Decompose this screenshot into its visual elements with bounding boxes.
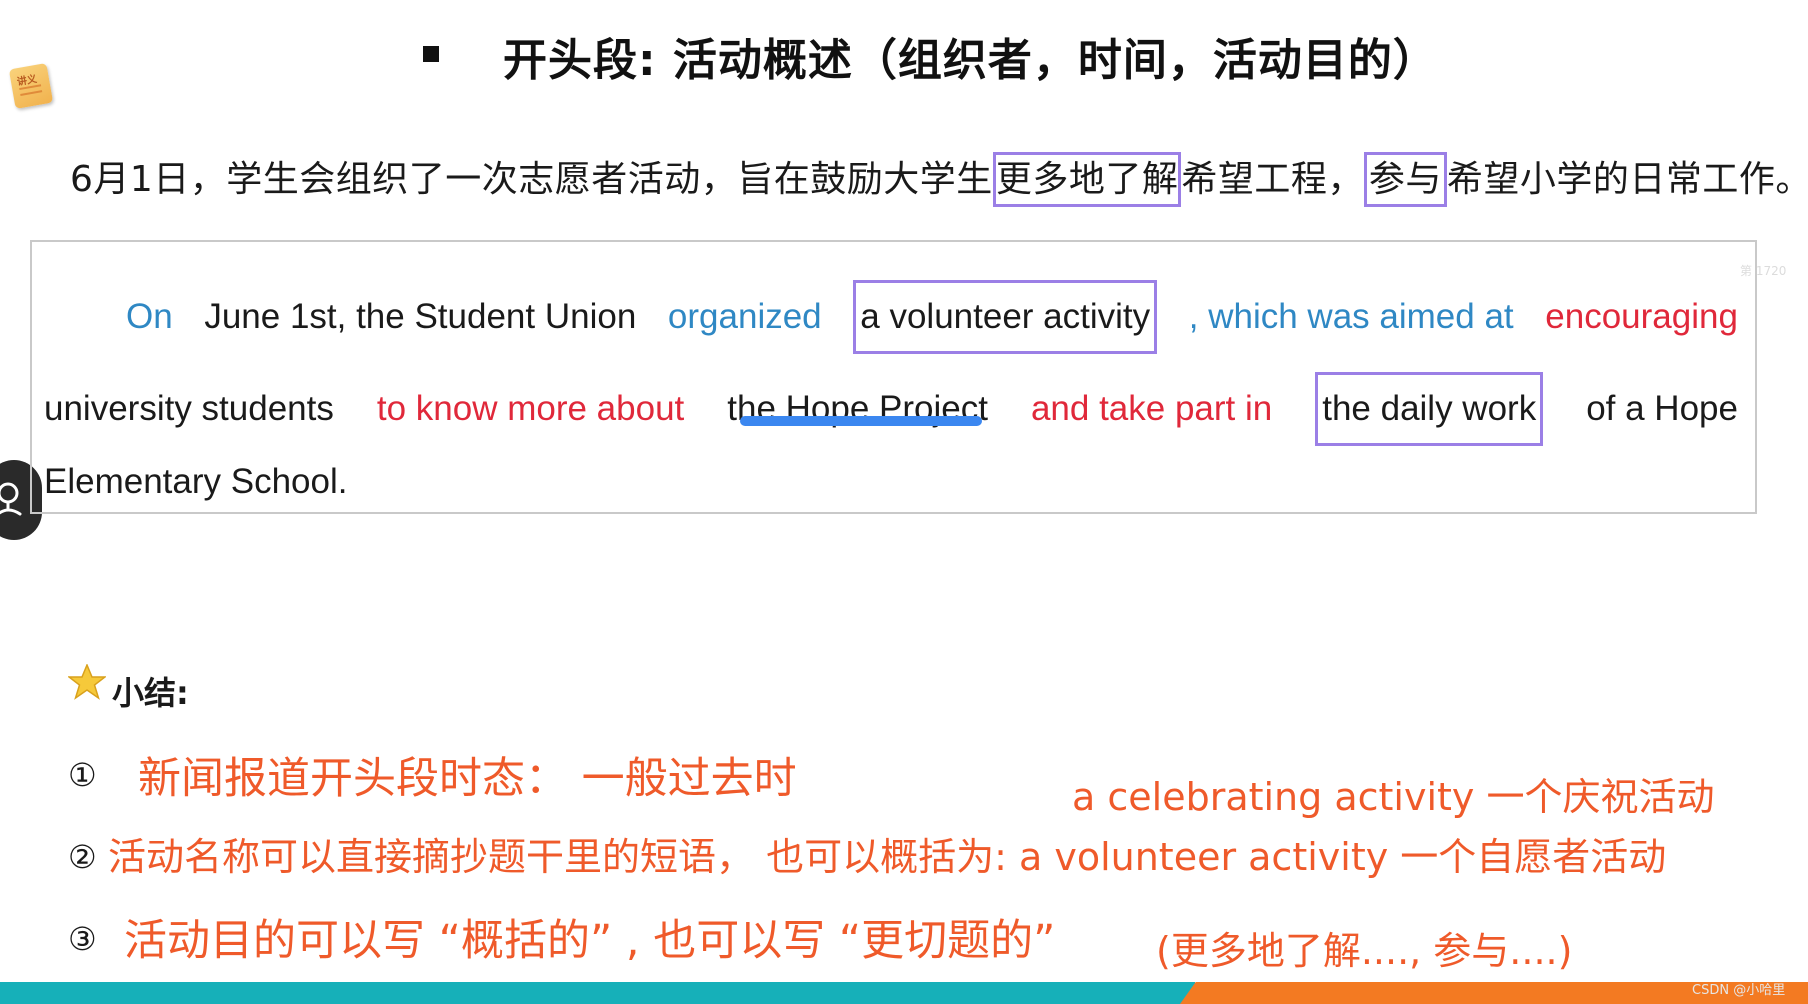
chinese-box-take-part: 参与	[1363, 152, 1447, 207]
word-organized: organized	[667, 297, 822, 336]
phrase-date-union: June 1st, the Student Union	[204, 297, 637, 336]
english-line-1: On June 1st, the Student Union organized…	[126, 280, 1738, 354]
word-on: On	[126, 297, 173, 336]
page-title: 开头段: 活动概述（组织者，时间，活动目的）	[503, 35, 1438, 86]
hope-project-underline	[740, 416, 982, 426]
item-1-number: ①	[68, 756, 97, 794]
title-bullet	[423, 46, 439, 62]
bottom-bar-teal	[0, 982, 1195, 1004]
chinese-sentence: 6月1日，学生会组织了一次志愿者活动，旨在鼓励大学生更多地了解希望工程， 参与 希望…	[70, 150, 1808, 207]
item-2-number: ②	[68, 838, 97, 876]
item-3-number: ③	[68, 920, 97, 958]
note-icon[interactable]: 讲义	[8, 63, 54, 109]
chinese-sentence-part1: 6月1日，学生会组织了一次志愿者活动，旨在鼓励大学生	[70, 159, 993, 200]
item-3-note: (更多地了解...., 参与....)	[1156, 929, 1573, 973]
phrase-know-more-about: to know more about	[376, 389, 685, 428]
chinese-sentence-part2: 希望工程，	[1181, 159, 1364, 200]
item-2-text: 活动名称可以直接摘抄题干里的短语， 也可以概括为: a volunteer ac…	[108, 835, 1667, 879]
watermark-text: 第 1720	[1740, 264, 1787, 278]
note-line	[20, 90, 43, 96]
phrase-university-students: university students	[44, 389, 334, 428]
framed-daily-work: the daily work	[1315, 372, 1544, 446]
english-line-2: university students to know more about t…	[44, 372, 1738, 446]
summary-heading: 小结:	[112, 674, 189, 712]
framed-volunteer-activity: a volunteer activity	[853, 280, 1158, 354]
phrase-take-part-in: and take part in	[1030, 389, 1273, 428]
phrase-aimed-at: , which was aimed at	[1188, 297, 1514, 336]
star-icon	[68, 664, 106, 700]
chinese-box-know-more: 更多地了解	[992, 152, 1182, 207]
credit-watermark: CSDN @小哈里	[1692, 983, 1786, 998]
assistant-icon	[0, 482, 22, 516]
item-3-text: 活动目的可以写 “概括的” , 也可以写 “更切题的”	[124, 916, 1056, 966]
side-note-celebrating: a celebrating activity 一个庆祝活动	[1072, 775, 1715, 819]
phrase-of-a-hope: of a Hope	[1586, 389, 1738, 428]
item-1-text: 新闻报道开头段时态： 一般过去时	[138, 754, 797, 804]
english-line-3: Elementary School.	[44, 462, 348, 501]
word-encouraging: encouraging	[1545, 297, 1738, 336]
chinese-sentence-part3: 希望小学的日常工作。	[1446, 159, 1808, 200]
